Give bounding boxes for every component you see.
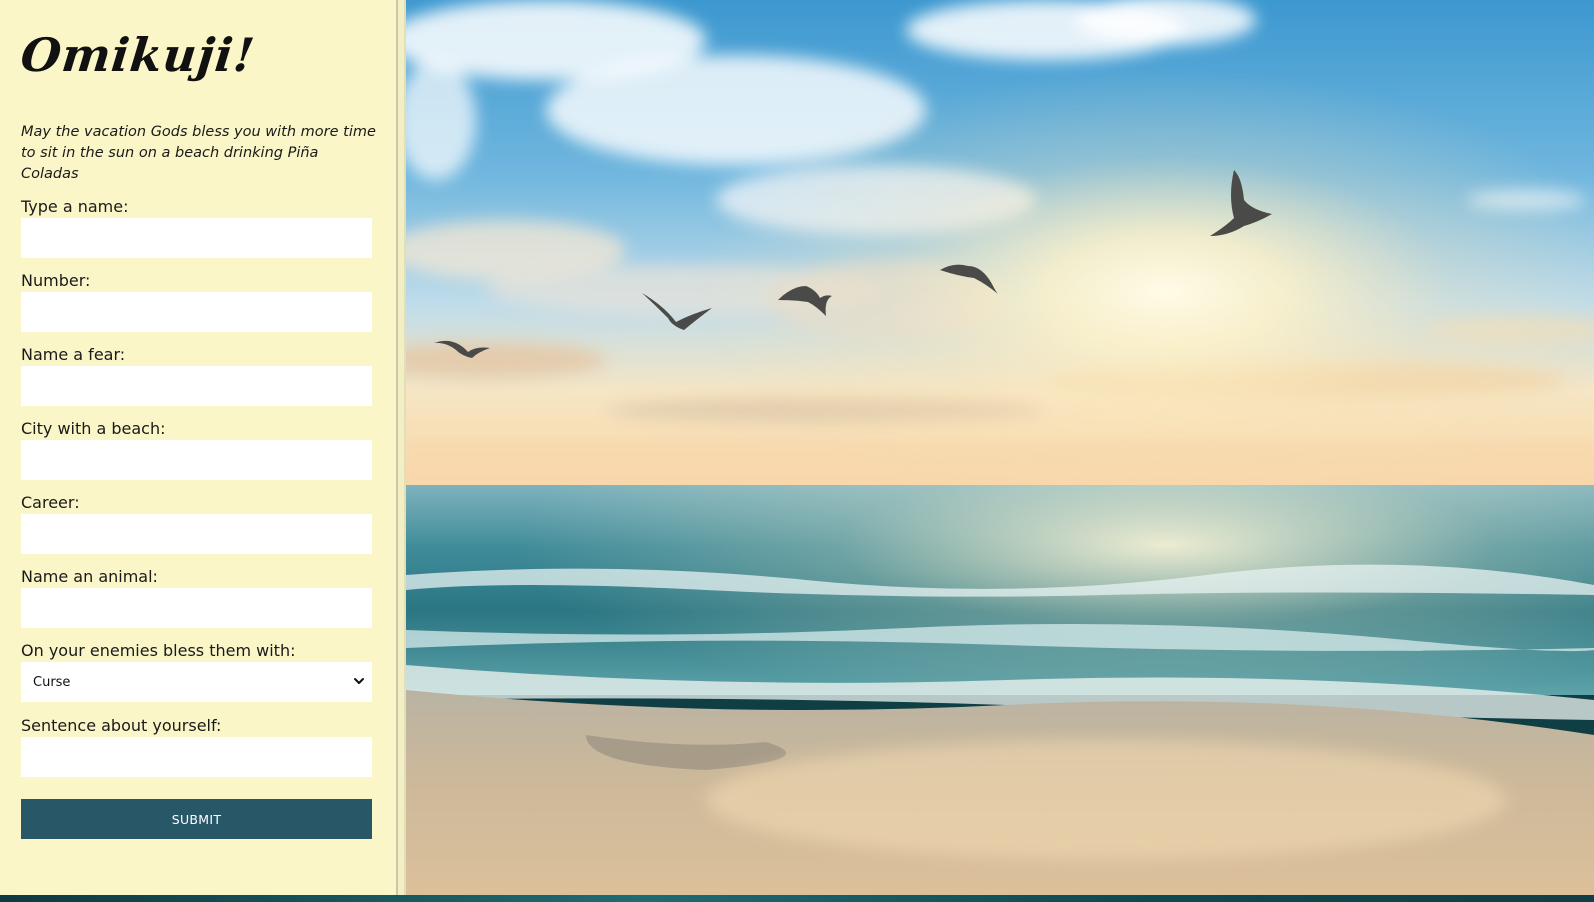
tagline: May the vacation Gods bless you with mor… (21, 124, 376, 182)
career-label: Career: (21, 493, 80, 512)
name-label: Type a name: (21, 197, 129, 216)
beach-city-field: City with a beach: (21, 417, 372, 480)
app-frame: Omikuji! May the vacation Gods bless you… (0, 0, 1594, 895)
page-title: Omikuji! (18, 28, 258, 82)
fear-input[interactable] (21, 366, 372, 406)
name-input[interactable] (21, 218, 372, 258)
beach-background-image (406, 0, 1594, 895)
sentence-input[interactable] (21, 737, 372, 777)
sentence-label: Sentence about yourself: (21, 716, 222, 735)
beach-scene (406, 0, 1594, 895)
sentence-field: Sentence about yourself: (21, 714, 372, 777)
animal-label: Name an animal: (21, 567, 158, 586)
career-input[interactable] (21, 514, 372, 554)
enemies-field: On your enemies bless them with: Curse (21, 639, 372, 702)
fear-label: Name a fear: (21, 345, 126, 364)
number-label: Number: (21, 271, 91, 290)
name-field: Type a name: (21, 195, 372, 258)
enemies-select-wrapper[interactable]: Curse (21, 662, 372, 702)
number-input[interactable] (21, 292, 372, 332)
fortune-sidebar: Omikuji! May the vacation Gods bless you… (0, 0, 396, 895)
submit-button[interactable]: SUBMIT (21, 799, 372, 839)
enemies-select[interactable]: Curse (21, 662, 372, 702)
bottom-strip (0, 895, 1594, 902)
enemies-label: On your enemies bless them with: (21, 641, 296, 660)
fear-field: Name a fear: (21, 343, 372, 406)
career-field: Career: (21, 491, 372, 554)
beach-city-input[interactable] (21, 440, 372, 480)
beach-city-label: City with a beach: (21, 419, 166, 438)
animal-input[interactable] (21, 588, 372, 628)
animal-field: Name an animal: (21, 565, 372, 628)
number-field: Number: (21, 269, 372, 332)
sidebar-divider (396, 0, 406, 895)
